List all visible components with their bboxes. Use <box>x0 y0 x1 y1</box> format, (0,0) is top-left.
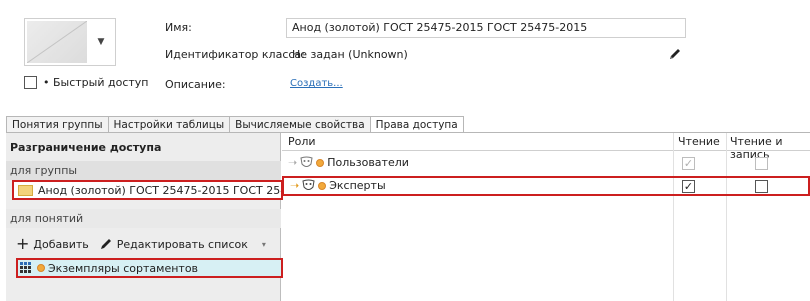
concepts-toolbar: + Добавить Редактировать список ▾ <box>16 236 266 252</box>
description-label: Описание: <box>165 78 226 91</box>
name-field[interactable]: Анод (золотой) ГОСТ 25475-2015 ГОСТ 2547… <box>286 18 686 38</box>
read-write-checkbox[interactable] <box>755 180 768 193</box>
read-checkbox[interactable]: ✓ <box>682 180 695 193</box>
quick-access-checkbox[interactable] <box>24 76 37 89</box>
group-item[interactable]: Анод (золотой) ГОСТ 25475-2015 ГОСТ 2547… <box>12 180 283 200</box>
read-write-checkbox[interactable] <box>755 157 768 170</box>
role-label: Пользователи <box>327 156 409 169</box>
chevron-down-icon[interactable]: ▼ <box>87 19 115 65</box>
folder-icon <box>18 184 33 196</box>
concept-item[interactable]: Экземпляры сортаментов <box>16 258 283 278</box>
tab-table-settings[interactable]: Настройки таблицы <box>107 116 231 133</box>
for-concepts-header: для понятий <box>6 209 281 228</box>
role-cell: ➝ Пользователи <box>288 156 409 169</box>
status-dot-icon <box>316 158 325 167</box>
name-label: Имя: <box>165 21 192 34</box>
empty-icon-placeholder <box>27 21 87 63</box>
read-column-header: Чтение <box>678 135 720 148</box>
role-label: Эксперты <box>329 179 386 192</box>
status-dot-icon <box>318 181 327 190</box>
group-item-label: Анод (золотой) ГОСТ 25475-2015 ГОСТ 2547… <box>38 183 281 197</box>
description-create-link[interactable]: Создать... <box>290 78 343 89</box>
icon-picker[interactable]: ▼ <box>24 18 116 66</box>
assign-arrow-icon: ➝ <box>290 179 300 192</box>
for-group-header: для группы <box>6 161 281 180</box>
quick-access[interactable]: • Быстрый доступ <box>24 76 148 89</box>
read-checkbox[interactable]: ✓ <box>682 157 695 170</box>
tab-strip: Понятия группы Настройки таблицы Вычисля… <box>6 116 464 134</box>
concept-grid-icon <box>20 262 31 273</box>
class-id-label: Идентификатор класса: <box>165 48 305 61</box>
assign-arrow-icon: ➝ <box>288 156 298 169</box>
add-button[interactable]: Добавить <box>33 238 88 251</box>
access-control-panel: Разграничение доступа для группы Анод (з… <box>6 133 283 301</box>
mask-icon <box>300 156 313 167</box>
quick-access-label: • Быстрый доступ <box>43 76 149 89</box>
class-id-value: Не задан (Unknown) <box>292 48 408 61</box>
access-control-title: Разграничение доступа <box>10 141 162 154</box>
role-cell: ➝ Эксперты <box>290 179 386 192</box>
tab-group-concepts[interactable]: Понятия группы <box>6 116 109 133</box>
concept-item-label: Экземпляры сортаментов <box>48 261 199 275</box>
tab-computed-properties[interactable]: Вычисляемые свойства <box>229 116 371 133</box>
edit-list-button[interactable]: Редактировать список <box>117 238 248 251</box>
plus-icon[interactable]: + <box>16 236 29 252</box>
roles-grid-header: Роли Чтение Чтение и запись <box>282 133 810 161</box>
overflow-chevron-icon[interactable]: ▾ <box>262 240 266 249</box>
mask-icon <box>302 179 315 190</box>
edit-class-id-icon[interactable] <box>668 47 682 61</box>
pencil-icon[interactable] <box>99 237 113 251</box>
table-row[interactable]: ➝ Пользователи ✓ <box>282 153 810 173</box>
icon-preview <box>27 21 87 63</box>
roles-column-header: Роли <box>288 135 316 148</box>
status-dot-icon <box>37 264 45 272</box>
table-row[interactable]: ➝ Эксперты ✓ <box>282 176 810 196</box>
